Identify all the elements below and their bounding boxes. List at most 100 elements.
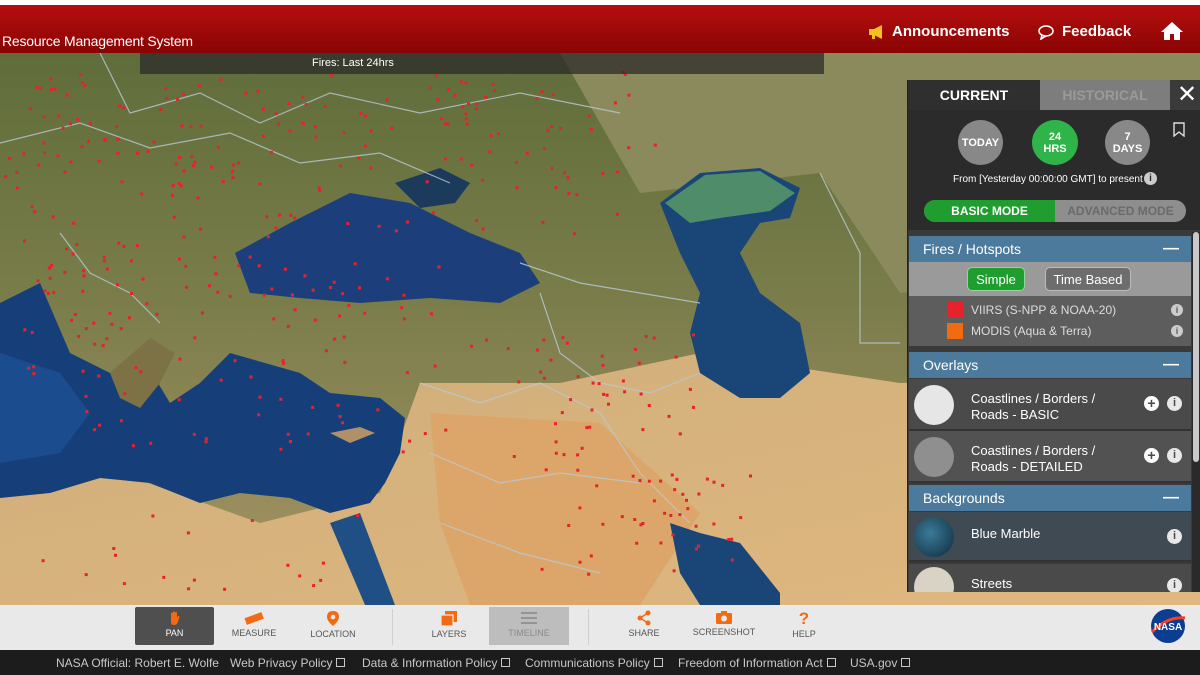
fire-legend: VIIRS (S-NPP & NOAA-20) i MODIS (Aqua & … bbox=[909, 296, 1191, 346]
basic-mode-button[interactable]: BASIC MODE bbox=[924, 200, 1055, 222]
external-link-icon bbox=[653, 658, 663, 667]
fire-dot bbox=[638, 479, 642, 483]
help-label: HELP bbox=[792, 629, 816, 639]
fire-dot bbox=[221, 180, 225, 184]
footer-link-foia[interactable]: Freedom of Information Act bbox=[678, 656, 836, 670]
time-7days-button[interactable]: 7 DAYS bbox=[1105, 120, 1150, 165]
footer-link-data-policy[interactable]: Data & Information Policy bbox=[362, 656, 511, 670]
fire-dot bbox=[82, 274, 86, 278]
collapse-icon[interactable]: — bbox=[1163, 485, 1179, 511]
bookmark-icon[interactable] bbox=[1173, 122, 1185, 137]
fire-dot bbox=[475, 102, 479, 106]
pan-tool[interactable]: PAN bbox=[135, 607, 214, 645]
timeline-icon bbox=[521, 612, 537, 624]
layers-tool[interactable]: LAYERS bbox=[420, 607, 478, 645]
fire-dot bbox=[204, 440, 208, 444]
fire-dot bbox=[377, 224, 381, 228]
fire-dot bbox=[43, 289, 47, 293]
fire-dot bbox=[182, 92, 186, 96]
add-layer-icon[interactable]: + bbox=[1144, 396, 1159, 411]
footer-link-privacy[interactable]: Web Privacy Policy bbox=[230, 656, 346, 670]
fire-dot bbox=[199, 124, 203, 128]
fire-dot bbox=[652, 336, 656, 340]
fire-dot bbox=[190, 155, 194, 158]
time-24hrs-button[interactable]: 24 HRS bbox=[1032, 120, 1078, 165]
fire-dot bbox=[739, 516, 743, 520]
fire-dot bbox=[667, 414, 671, 418]
fire-dot bbox=[721, 483, 725, 487]
fire-dot bbox=[430, 312, 433, 316]
footer-link-usa-gov[interactable]: USA.gov bbox=[850, 656, 911, 670]
fire-dot bbox=[647, 404, 651, 407]
section-backgrounds-header[interactable]: Backgrounds — bbox=[909, 485, 1191, 511]
fire-dot bbox=[369, 166, 373, 170]
fire-dot bbox=[616, 170, 620, 174]
timeline-tool[interactable]: TIMELINE bbox=[489, 607, 569, 645]
fire-dot bbox=[192, 164, 196, 168]
fire-dot bbox=[433, 364, 437, 368]
screenshot-tool[interactable]: SCREENSHOT bbox=[690, 607, 758, 645]
fire-dot bbox=[293, 308, 297, 312]
fire-dot bbox=[444, 157, 447, 161]
advanced-mode-button[interactable]: ADVANCED MODE bbox=[1055, 200, 1186, 222]
fire-dot bbox=[42, 115, 46, 119]
announcements-link[interactable]: Announcements bbox=[868, 23, 1010, 40]
fire-dot bbox=[694, 547, 698, 551]
overlay-basic-line2: Roads - BASIC bbox=[971, 407, 1060, 422]
location-tool[interactable]: LOCATION bbox=[303, 607, 363, 645]
info-icon[interactable]: i bbox=[1167, 396, 1182, 411]
collapse-icon[interactable]: — bbox=[1163, 236, 1179, 262]
help-tool[interactable]: ? HELP bbox=[780, 607, 828, 645]
overlay-item-basic[interactable]: Coastlines / Borders / Roads - BASIC + i bbox=[909, 379, 1191, 431]
fire-dot bbox=[481, 227, 485, 231]
fire-dot bbox=[356, 514, 360, 518]
info-icon[interactable]: i bbox=[1167, 529, 1182, 544]
overlay-item-detailed[interactable]: Coastlines / Borders / Roads - DETAILED … bbox=[909, 431, 1191, 483]
feedback-link[interactable]: Feedback bbox=[1038, 23, 1131, 40]
fire-dot bbox=[115, 125, 119, 129]
fire-dot bbox=[290, 293, 294, 297]
footer-link-communications[interactable]: Communications Policy bbox=[525, 656, 663, 670]
background-item-blue-marble[interactable]: Blue Marble i bbox=[909, 512, 1191, 562]
fire-dot bbox=[663, 511, 667, 515]
scrollbar-thumb[interactable] bbox=[1193, 232, 1199, 462]
fire-dot bbox=[23, 328, 27, 332]
fire-dot bbox=[216, 145, 220, 149]
close-icon[interactable]: ✕ bbox=[1175, 82, 1199, 108]
measure-tool[interactable]: MEASURE bbox=[222, 607, 286, 645]
fire-dot bbox=[546, 128, 550, 132]
fire-dot bbox=[601, 363, 605, 367]
fire-dot bbox=[493, 88, 497, 92]
fire-dot bbox=[705, 477, 709, 481]
info-icon[interactable]: i bbox=[1171, 304, 1183, 316]
fire-dot bbox=[134, 366, 138, 369]
info-icon[interactable]: i bbox=[1167, 578, 1182, 592]
section-overlays-header[interactable]: Overlays — bbox=[909, 352, 1191, 378]
streets-label: Streets bbox=[971, 576, 1013, 591]
nasa-logo[interactable]: NASA bbox=[1148, 608, 1188, 644]
info-icon[interactable]: i bbox=[1144, 172, 1157, 185]
fire-dot bbox=[635, 541, 639, 545]
info-icon[interactable]: i bbox=[1171, 325, 1183, 337]
fire-dot bbox=[461, 105, 465, 109]
fire-dot bbox=[467, 102, 470, 106]
add-layer-icon[interactable]: + bbox=[1144, 448, 1159, 463]
subtab-simple[interactable]: Simple bbox=[967, 267, 1025, 291]
share-tool[interactable]: SHARE bbox=[618, 607, 670, 645]
fire-dot bbox=[481, 178, 485, 182]
background-item-streets[interactable]: Streets i bbox=[909, 564, 1191, 592]
fire-dot bbox=[637, 361, 641, 365]
info-icon[interactable]: i bbox=[1167, 448, 1182, 463]
panel-scrollbar[interactable] bbox=[1192, 232, 1200, 592]
subtab-time-based[interactable]: Time Based bbox=[1045, 267, 1131, 291]
fire-dot bbox=[61, 126, 65, 130]
home-button[interactable] bbox=[1160, 21, 1184, 41]
footer-usa-gov-label: USA.gov bbox=[850, 656, 898, 670]
tab-historical[interactable]: HISTORICAL bbox=[1040, 80, 1170, 110]
time-today-button[interactable]: TODAY bbox=[958, 120, 1003, 165]
fire-dot bbox=[576, 375, 580, 379]
fire-dot bbox=[120, 180, 124, 184]
collapse-icon[interactable]: — bbox=[1163, 352, 1179, 378]
tab-current[interactable]: CURRENT bbox=[908, 80, 1040, 110]
section-fires-header[interactable]: Fires / Hotspots — bbox=[909, 236, 1191, 262]
